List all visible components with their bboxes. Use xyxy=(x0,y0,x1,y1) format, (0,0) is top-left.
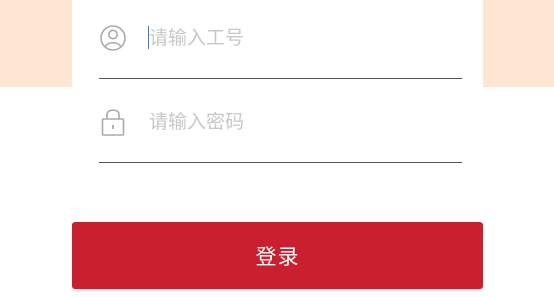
password-field xyxy=(99,97,462,163)
employee-id-input[interactable] xyxy=(149,23,449,53)
employee-id-field xyxy=(99,12,462,79)
user-circle-icon xyxy=(99,22,127,54)
lock-icon xyxy=(99,105,127,137)
login-button[interactable]: 登录 xyxy=(72,222,483,289)
login-page: 登录 xyxy=(0,0,554,297)
password-input[interactable] xyxy=(149,107,449,137)
